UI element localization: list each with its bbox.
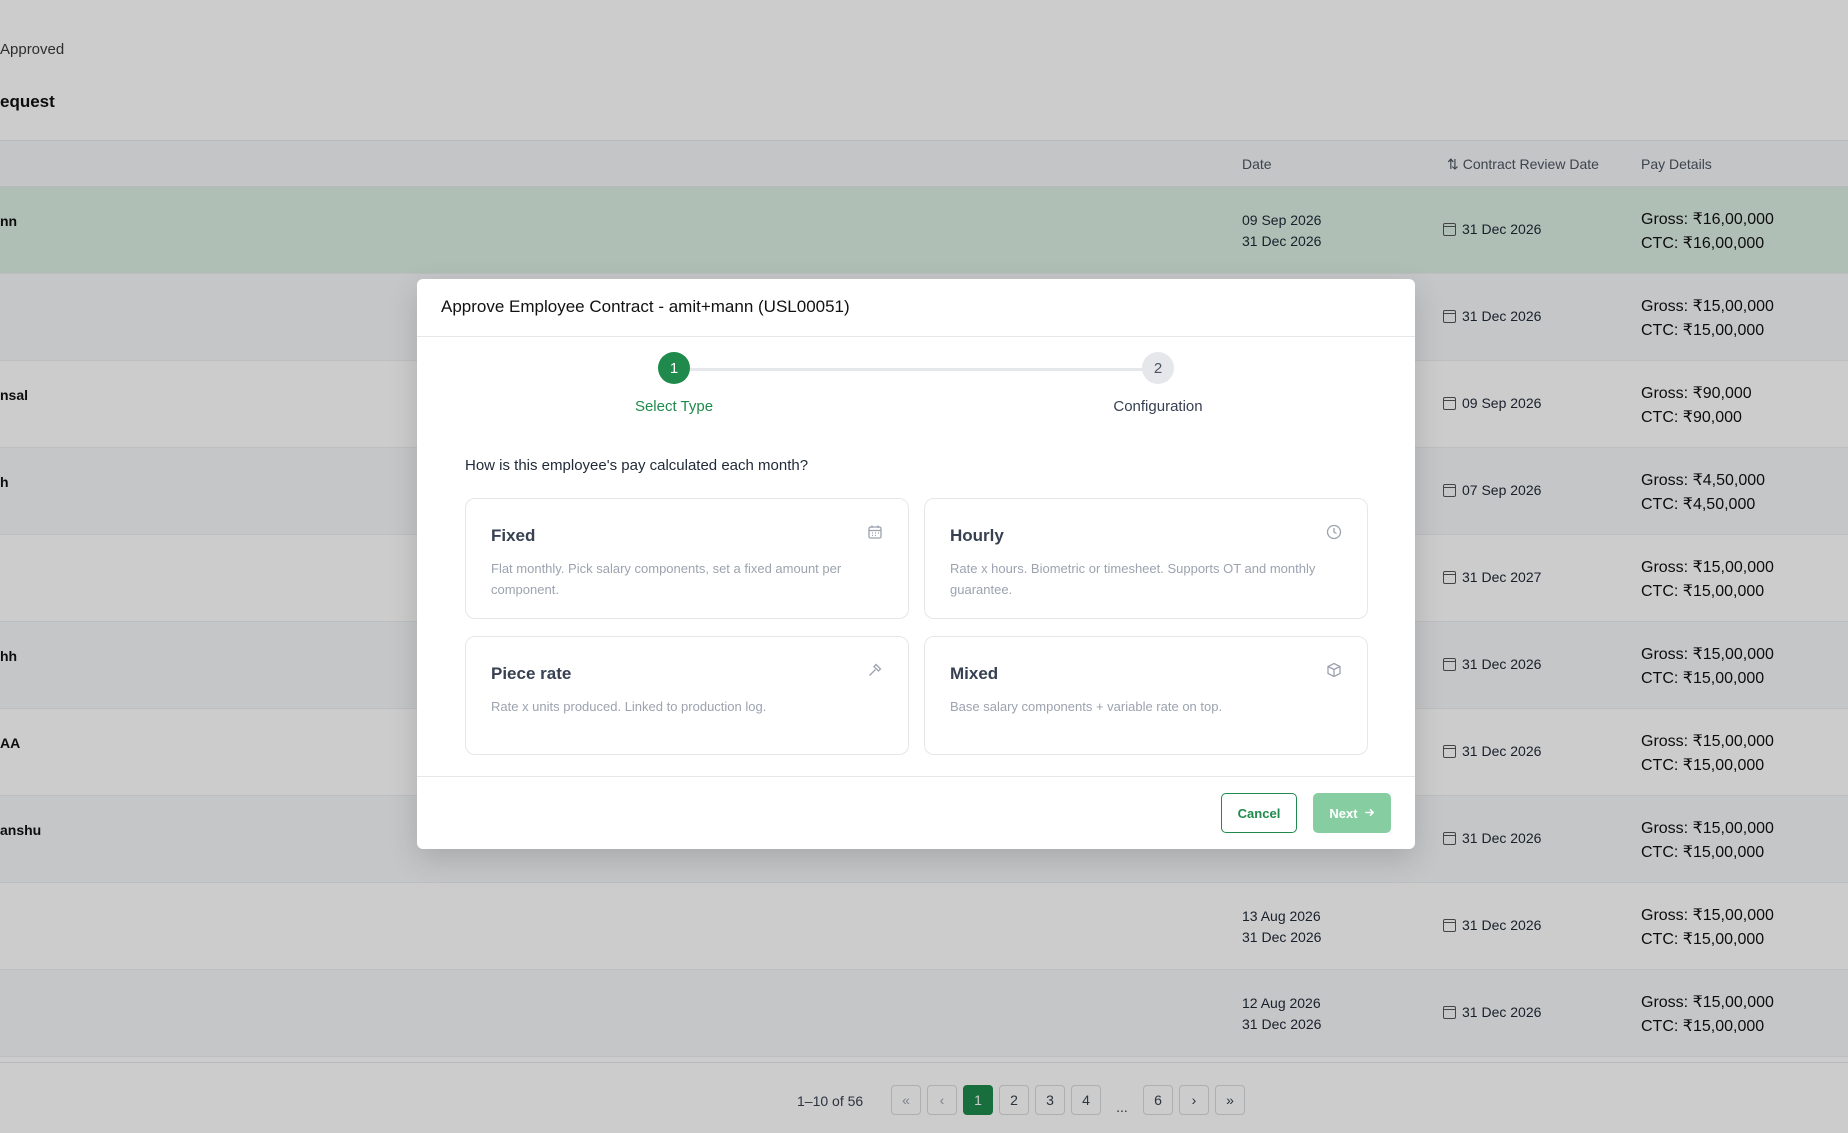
- option-description: Rate x hours. Biometric or timesheet. Su…: [950, 561, 1316, 597]
- hammer-icon: [866, 661, 884, 679]
- dialog-title: Approve Employee Contract - amit+mann (U…: [417, 279, 1415, 337]
- box-icon: [1325, 661, 1343, 679]
- next-button-label: Next: [1329, 805, 1358, 821]
- pay-type-question: How is this employee's pay calculated ea…: [465, 457, 809, 474]
- option-description: Flat monthly. Pick salary components, se…: [491, 561, 842, 597]
- option-mixed[interactable]: Mixed Base salary components + variable …: [924, 636, 1368, 755]
- next-button[interactable]: Next: [1313, 793, 1391, 833]
- cancel-button[interactable]: Cancel: [1221, 793, 1297, 833]
- approve-contract-dialog: Approve Employee Contract - amit+mann (U…: [417, 279, 1415, 849]
- option-fixed[interactable]: Fixed Flat monthly. Pick salary componen…: [465, 498, 909, 619]
- stepper: 1 Select Type 2 Configuration: [417, 337, 1415, 435]
- calendar-icon: [866, 523, 884, 541]
- step-select-type: 1 Select Type: [574, 352, 774, 415]
- option-title: Hourly: [950, 526, 1004, 545]
- step-label: Configuration: [1113, 398, 1203, 415]
- option-hourly[interactable]: Hourly Rate x hours. Biometric or timesh…: [924, 498, 1368, 619]
- step-label: Select Type: [634, 398, 714, 415]
- option-title: Piece rate: [491, 664, 572, 683]
- option-title: Fixed: [491, 526, 536, 545]
- step-number: 2: [1142, 352, 1174, 384]
- option-description: Base salary components + variable rate o…: [950, 699, 1223, 714]
- option-piece-rate[interactable]: Piece rate Rate x units produced. Linked…: [465, 636, 909, 755]
- step-number: 1: [658, 352, 690, 384]
- step-configuration: 2 Configuration: [1058, 352, 1258, 415]
- arrow-right-icon: [1364, 806, 1375, 821]
- dialog-footer: Cancel Next: [417, 776, 1415, 849]
- option-description: Rate x units produced. Linked to product…: [491, 699, 767, 714]
- option-title: Mixed: [950, 664, 999, 683]
- clock-icon: [1325, 523, 1343, 541]
